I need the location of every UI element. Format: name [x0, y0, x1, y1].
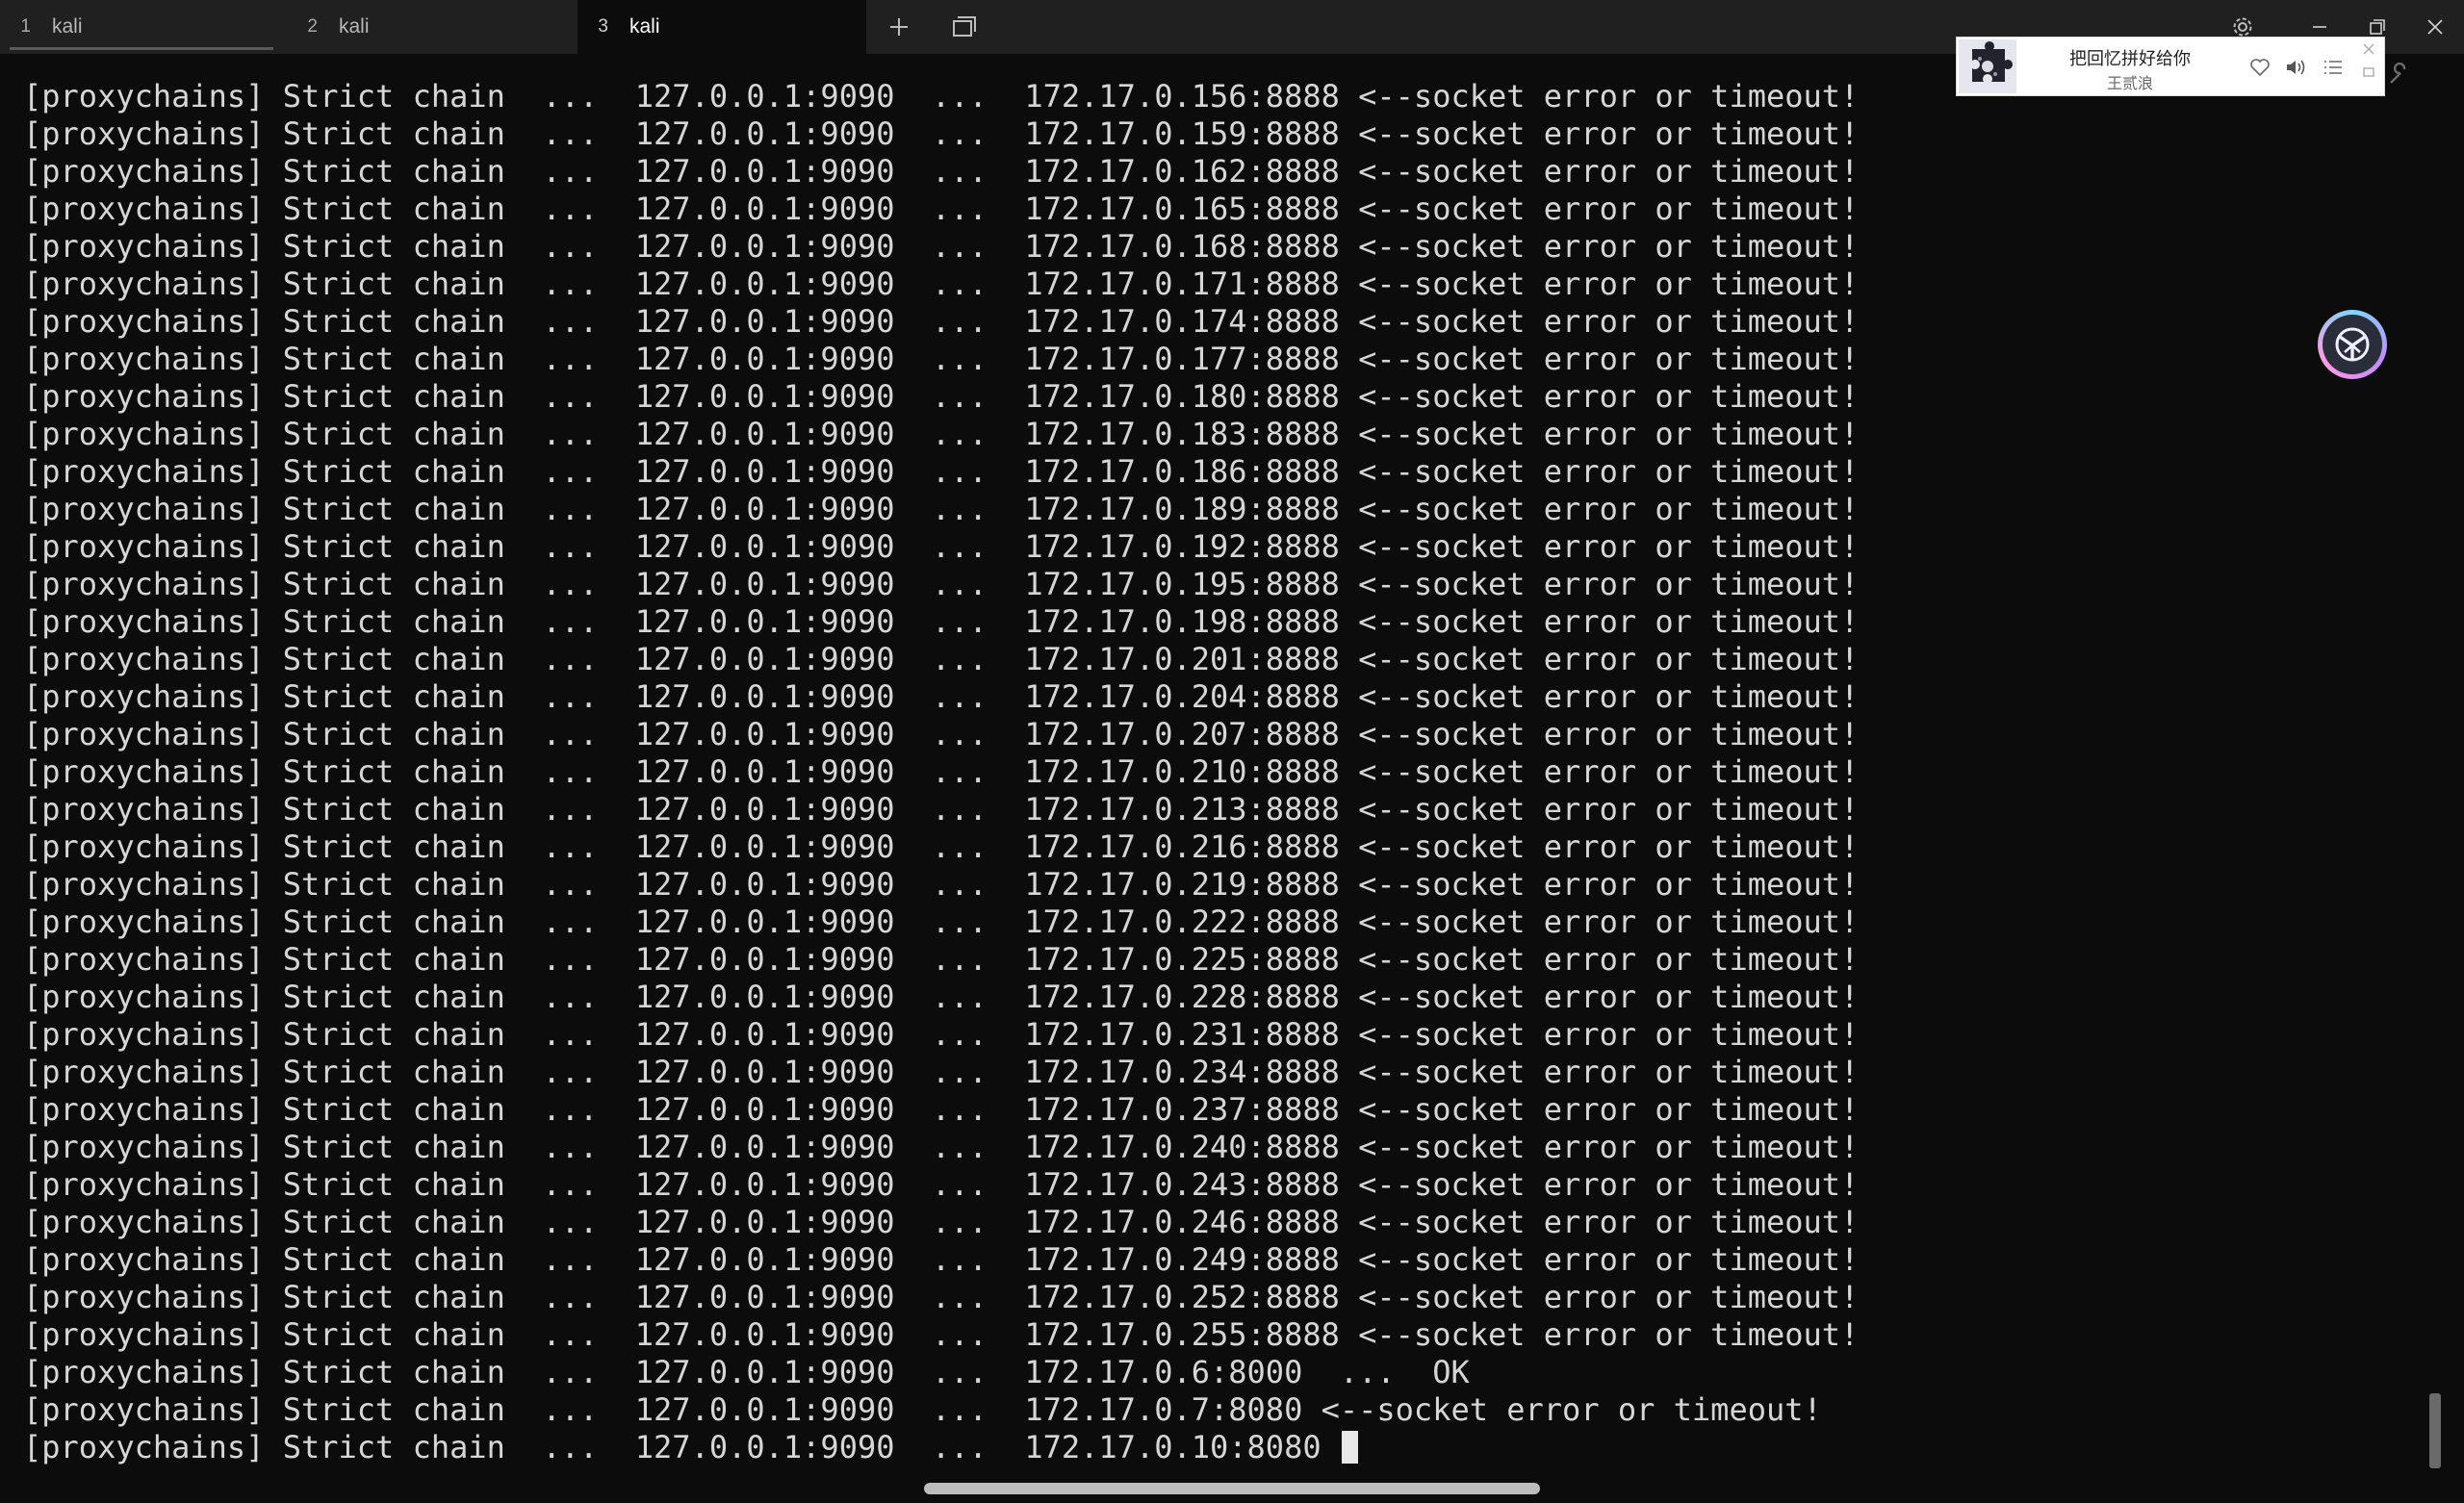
player-mini-mode-button[interactable] [2359, 63, 2378, 82]
terminal-line: [proxychains] Strict chain ... 127.0.0.1… [23, 1391, 1822, 1428]
terminal-line: [proxychains] Strict chain ... 127.0.0.1… [23, 828, 1860, 865]
vertical-scrollbar-thumb[interactable] [2429, 1393, 2441, 1468]
terminal-line: [proxychains] Strict chain ... 127.0.0.1… [23, 1091, 1860, 1128]
terminal-line: [proxychains] Strict chain ... 127.0.0.1… [23, 1054, 1860, 1090]
tab-1[interactable]: 1 kali [0, 0, 273, 54]
plus-icon [890, 18, 908, 36]
terminal-line: [proxychains] Strict chain ... 127.0.0.1… [23, 678, 1860, 715]
terminal-line: [proxychains] Strict chain ... 127.0.0.1… [23, 78, 1860, 115]
tab-number: 2 [307, 16, 318, 37]
song-title: 把回忆拼好给你 [2069, 49, 2191, 68]
like-button[interactable] [2247, 55, 2272, 80]
terminal-line: [proxychains] Strict chain ... 127.0.0.1… [23, 378, 1860, 415]
wrench-glyph [2390, 62, 2406, 84]
terminal-line: [proxychains] Strict chain ... 127.0.0.1… [23, 341, 1860, 377]
terminal-line: [proxychains] Strict chain ... 127.0.0.1… [23, 1354, 1470, 1390]
player-close-button[interactable] [2359, 39, 2378, 59]
terminal-line: [proxychains] Strict chain ... 127.0.0.1… [23, 416, 1860, 452]
volume-icon [2287, 60, 2305, 75]
terminal-line: [proxychains] Strict chain ... 127.0.0.1… [23, 191, 1860, 227]
playlist-icon [2324, 61, 2342, 74]
heart-icon [2250, 59, 2270, 77]
terminal-line: [proxychains] Strict chain ... 127.0.0.1… [23, 528, 1860, 565]
floating-assistant-button[interactable] [2318, 310, 2387, 379]
tab-title: kali [52, 15, 83, 38]
terminal-line: [proxychains] Strict chain ... 127.0.0.1… [23, 1166, 1860, 1203]
terminal-line: [proxychains] Strict chain ... 127.0.0.1… [23, 491, 1860, 527]
terminal-line: [proxychains] Strict chain ... 127.0.0.1… [23, 641, 1860, 677]
terminal-line: [proxychains] Strict chain ... 127.0.0.1… [23, 979, 1860, 1015]
terminal-line: [proxychains] Strict chain ... 127.0.0.1… [23, 228, 1860, 265]
music-mini-player[interactable]: 把回忆拼好给你 王贰浪 [1956, 37, 2385, 96]
terminal-output[interactable]: [proxychains] Strict chain ... 127.0.0.1… [0, 54, 2426, 1478]
terminal-line: [proxychains] Strict chain ... 127.0.0.1… [23, 716, 1860, 752]
terminal-line: [proxychains] Strict chain ... 127.0.0.1… [23, 115, 1860, 152]
terminal-line: [proxychains] Strict chain ... 127.0.0.1… [23, 866, 1860, 903]
tab-number: 3 [598, 16, 608, 37]
terminal-line: [proxychains] Strict chain ... 127.0.0.1… [23, 1241, 1860, 1278]
close-window-button[interactable] [2406, 0, 2464, 54]
close-icon [2427, 19, 2443, 35]
terminal-line: [proxychains] Strict chain ... 127.0.0.1… [23, 941, 1860, 978]
terminal-line: [proxychains] Strict chain ... 127.0.0.1… [23, 1016, 1860, 1053]
puzzle-album-art [1959, 39, 2016, 93]
window-icon [953, 16, 976, 37]
terminal-line: [proxychains] Strict chain ... 127.0.0.1… [23, 153, 1860, 190]
terminal-line: [proxychains] Strict chain ... 127.0.0.1… [23, 753, 1860, 790]
terminal-line: [proxychains] Strict chain ... 127.0.0.1… [23, 266, 1860, 302]
text-cursor [1341, 1431, 1358, 1464]
new-tab-button[interactable] [868, 0, 930, 54]
song-artist: 王贰浪 [2106, 76, 2153, 92]
playlist-button[interactable] [2321, 55, 2346, 80]
terminal-line: [proxychains] Strict chain ... 127.0.0.1… [23, 1129, 1860, 1165]
tab-2[interactable]: 2 kali [287, 0, 578, 54]
wrench-icon[interactable] [2385, 62, 2412, 89]
assistant-logo-icon [2323, 315, 2382, 374]
terminal-line: [proxychains] Strict chain ... 127.0.0.1… [23, 603, 1860, 640]
album-art[interactable] [1959, 39, 2016, 93]
terminal-line: [proxychains] Strict chain ... 127.0.0.1… [23, 1316, 1860, 1353]
terminal-line: [proxychains] Strict chain ... 127.0.0.1… [23, 453, 1860, 490]
duplicate-tab-button[interactable] [934, 0, 995, 54]
terminal-line-text: [proxychains] Strict chain ... 127.0.0.1… [23, 1429, 1340, 1465]
volume-button[interactable] [2284, 55, 2309, 80]
terminal-prompt-line: [proxychains] Strict chain ... 127.0.0.1… [23, 1429, 1358, 1466]
terminal-line: [proxychains] Strict chain ... 127.0.0.1… [23, 303, 1860, 340]
terminal-line: [proxychains] Strict chain ... 127.0.0.1… [23, 1204, 1860, 1240]
terminal-line: [proxychains] Strict chain ... 127.0.0.1… [23, 904, 1860, 940]
gear-icon [2233, 17, 2252, 37]
restore-icon [2370, 19, 2385, 35]
terminal-line: [proxychains] Strict chain ... 127.0.0.1… [23, 1279, 1860, 1315]
close-icon [2363, 43, 2374, 55]
tab-3-active[interactable]: 3 kali [578, 0, 866, 54]
terminal-line: [proxychains] Strict chain ... 127.0.0.1… [23, 566, 1860, 602]
mini-icon [2363, 67, 2374, 77]
tab-title: kali [339, 15, 370, 38]
terminal-line: [proxychains] Strict chain ... 127.0.0.1… [23, 791, 1860, 828]
horizontal-scrollbar-thumb[interactable] [924, 1483, 1540, 1494]
minimize-icon [2313, 26, 2326, 28]
tab-number: 1 [20, 16, 31, 37]
tab-title: kali [629, 15, 660, 38]
assistant-glyph [2335, 327, 2370, 362]
